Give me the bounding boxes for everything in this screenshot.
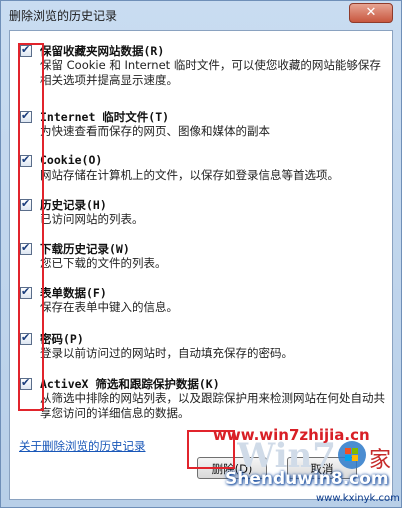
option-desc: 保存在表单中键入的信息。: [40, 300, 178, 314]
option-title: Cookie(O): [40, 153, 103, 167]
option-desc: 登录以前访问过的网站时，自动填充保存的密码。: [40, 346, 293, 360]
option-desc: 保留 Cookie 和 Internet 临时文件，可以使您收藏的网站能够保存相…: [40, 58, 381, 87]
highlight-checkbox-column: [18, 43, 44, 411]
option-title: 密码(P): [40, 332, 84, 346]
watermark-brand: Shenduwin8.com: [225, 469, 389, 489]
option-desc: 网站存储在计算机上的文件，以保存如登录信息等首选项。: [40, 168, 339, 182]
option-title: 下载历史记录(W): [40, 242, 130, 256]
option-desc: 从筛选中排除的网站列表，以及跟踪保护用来检测网站在何处自动共享您访问的详细信息的…: [40, 391, 385, 420]
option-title: 表单数据(F): [40, 286, 107, 300]
option-desc: 为快速查看而保存的网页、图像和媒体的副本: [40, 124, 270, 138]
dialog-window: 删除浏览的历史记录 ✕ 保留收藏夹网站数据(R) 保留 Cookie 和 Int…: [0, 0, 402, 508]
window-title: 删除浏览的历史记录: [9, 9, 118, 23]
option-desc: 您已下载的文件的列表。: [40, 256, 167, 270]
watermark-url: www.win7zhijia.cn: [213, 426, 370, 444]
option-desc: 已访问网站的列表。: [40, 212, 144, 226]
title-bar: 删除浏览的历史记录 ✕: [1, 1, 401, 29]
option-title: Internet 临时文件(T): [40, 110, 170, 124]
about-history-link[interactable]: 关于删除浏览的历史记录: [19, 438, 146, 454]
close-button[interactable]: ✕: [349, 3, 393, 23]
watermark-url-secondary: www.kxinyk.com: [316, 493, 400, 504]
option-title: 保留收藏夹网站数据(R): [40, 44, 165, 58]
option-title: 历史记录(H): [40, 198, 107, 212]
option-title: ActiveX 筛选和跟踪保护数据(K): [40, 377, 220, 391]
